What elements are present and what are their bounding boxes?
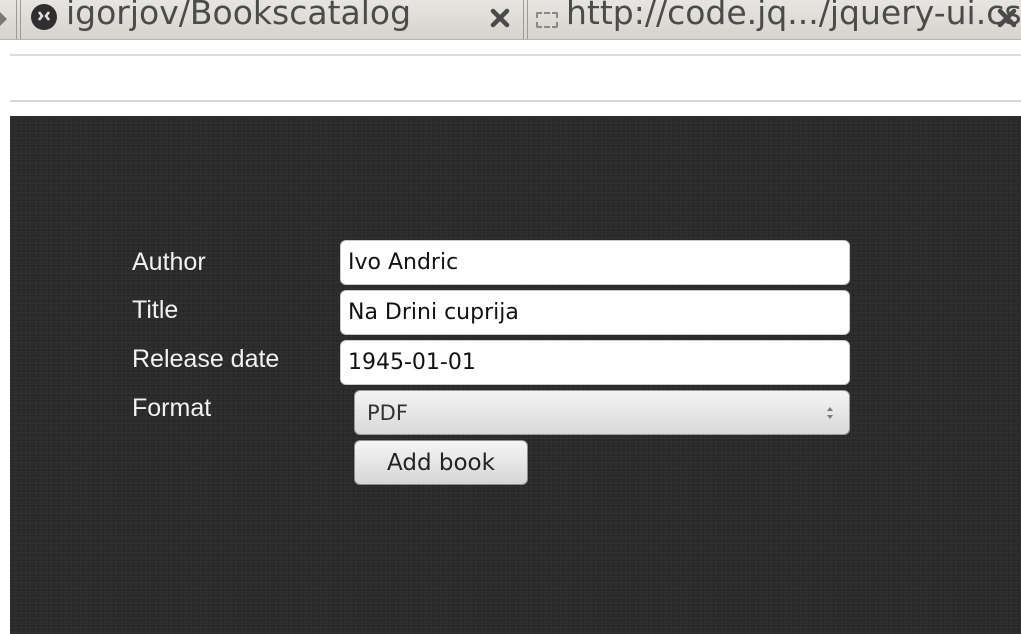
select-updown-icon (827, 406, 833, 419)
tab-scroll-left-icon[interactable] (0, 12, 7, 26)
tab-bookscatalog[interactable]: igorjov/Bookscatalog (30, 0, 411, 38)
author-input[interactable] (340, 240, 850, 285)
release-date-input[interactable] (340, 340, 850, 385)
tab-title: igorjov/Bookscatalog (66, 0, 412, 32)
author-label: Author (132, 248, 206, 276)
tab-separator (523, 0, 528, 39)
page-content: Author Title Release date Format PDF Add… (10, 116, 1021, 634)
toolbar-divider (10, 54, 1021, 56)
tab-title: http://code.jq.../jquery-ui.css (566, 0, 1021, 32)
github-icon (31, 4, 57, 30)
title-label: Title (132, 296, 179, 324)
format-selected-value: PDF (367, 400, 408, 425)
title-input[interactable] (340, 290, 850, 335)
close-icon[interactable] (488, 6, 512, 30)
close-icon[interactable] (995, 6, 1019, 30)
page-icon (536, 12, 558, 28)
format-select[interactable]: PDF (354, 390, 850, 435)
tab-separator (16, 0, 21, 39)
release-date-label: Release date (132, 345, 280, 373)
add-book-button[interactable]: Add book (354, 440, 528, 485)
browser-toolbar-area (0, 40, 1021, 116)
browser-tab-strip: igorjov/Bookscatalog http://code.jq.../j… (0, 0, 1021, 40)
toolbar-divider (10, 100, 1021, 102)
tab-jquery-ui-css[interactable]: http://code.jq.../jquery-ui.css (536, 0, 1021, 38)
format-label: Format (132, 394, 212, 422)
